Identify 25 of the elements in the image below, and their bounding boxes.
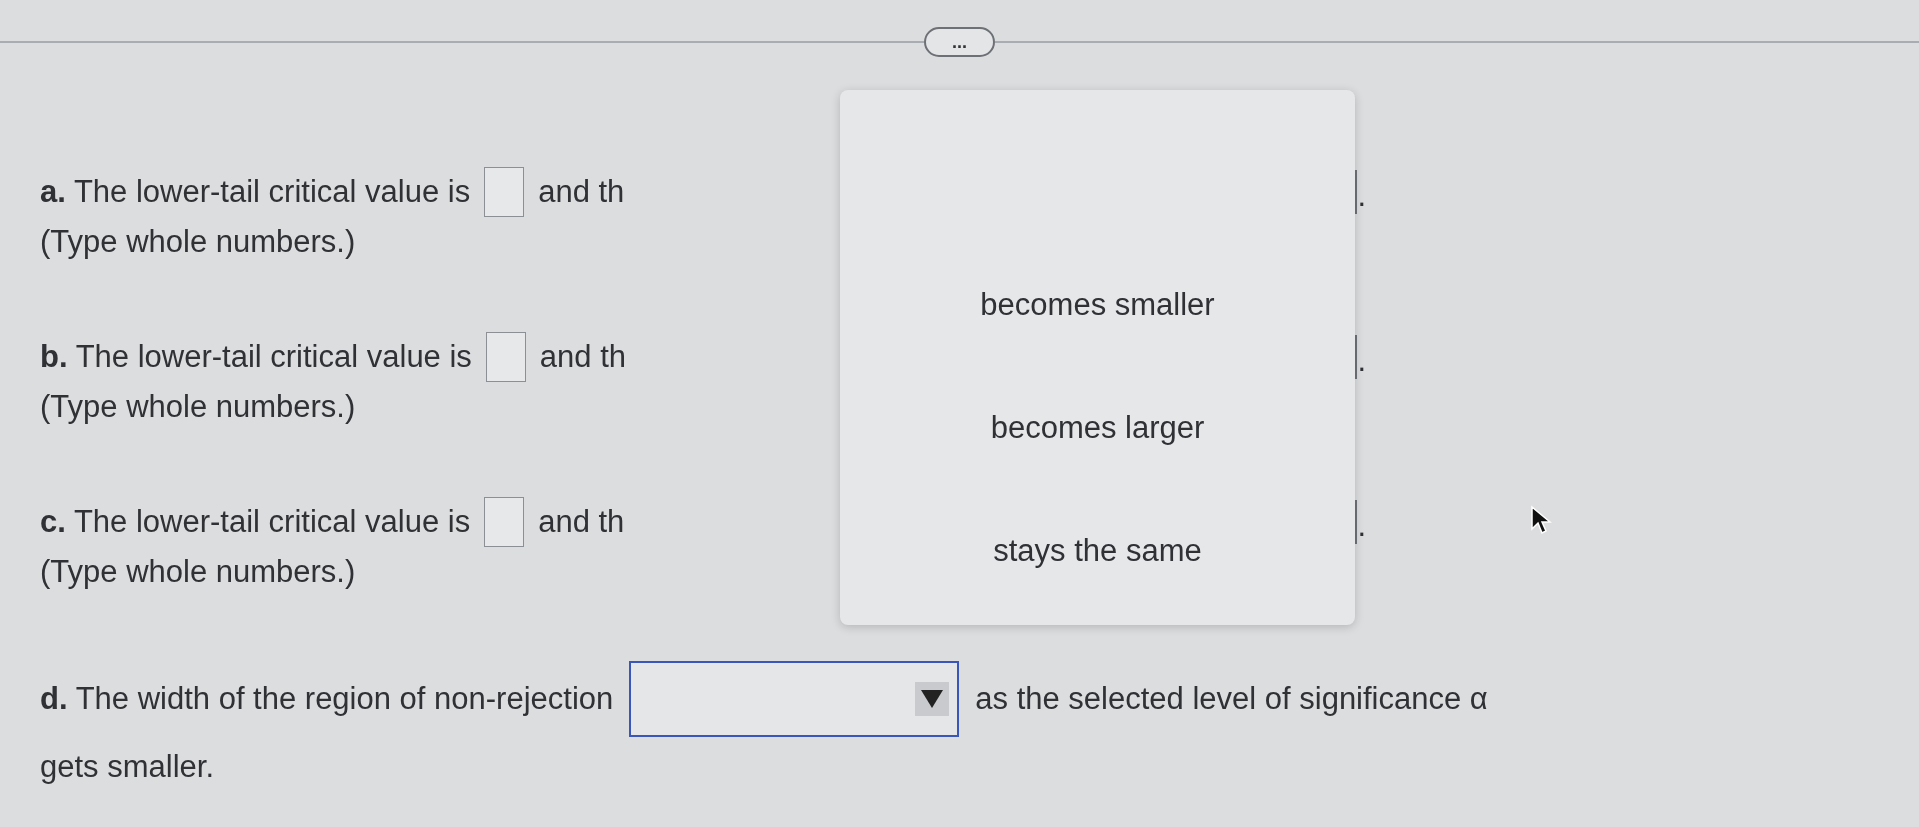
dropdown-option[interactable]: stays the same [981, 526, 1214, 576]
question-text: as the selected level of significance α [975, 681, 1488, 717]
connector-text: and th [538, 173, 625, 210]
caret-icon [915, 682, 950, 716]
period-text: . [1357, 177, 1366, 214]
answer-box[interactable] [485, 331, 526, 382]
period-text: . [1357, 507, 1366, 544]
connector-text: and th [538, 503, 625, 540]
instruction-text: (Type whole numbers.) [40, 388, 356, 426]
connector-text: and th [539, 338, 627, 375]
question-text: b. The lower-tail critical value is [40, 338, 472, 375]
period-text: . [1357, 342, 1366, 379]
dropdown-select[interactable] [629, 661, 960, 737]
question-text: c. The lower-tail critical value is [40, 503, 471, 540]
more-button[interactable]: ... [924, 27, 995, 57]
answer-box[interactable] [484, 166, 525, 217]
answer-box[interactable] [484, 496, 525, 547]
dropdown-option[interactable]: becomes larger [978, 403, 1217, 453]
question-text: a. The lower-tail critical value is [40, 173, 471, 210]
question-text: d. The width of the region of non-rejection [40, 681, 614, 717]
instruction-text: (Type whole numbers.) [40, 223, 356, 261]
dropdown-option[interactable]: becomes smaller [968, 280, 1227, 330]
instruction-text: (Type whole numbers.) [40, 553, 356, 591]
question-text: gets smaller. [40, 749, 214, 785]
cursor-icon [1530, 505, 1552, 535]
